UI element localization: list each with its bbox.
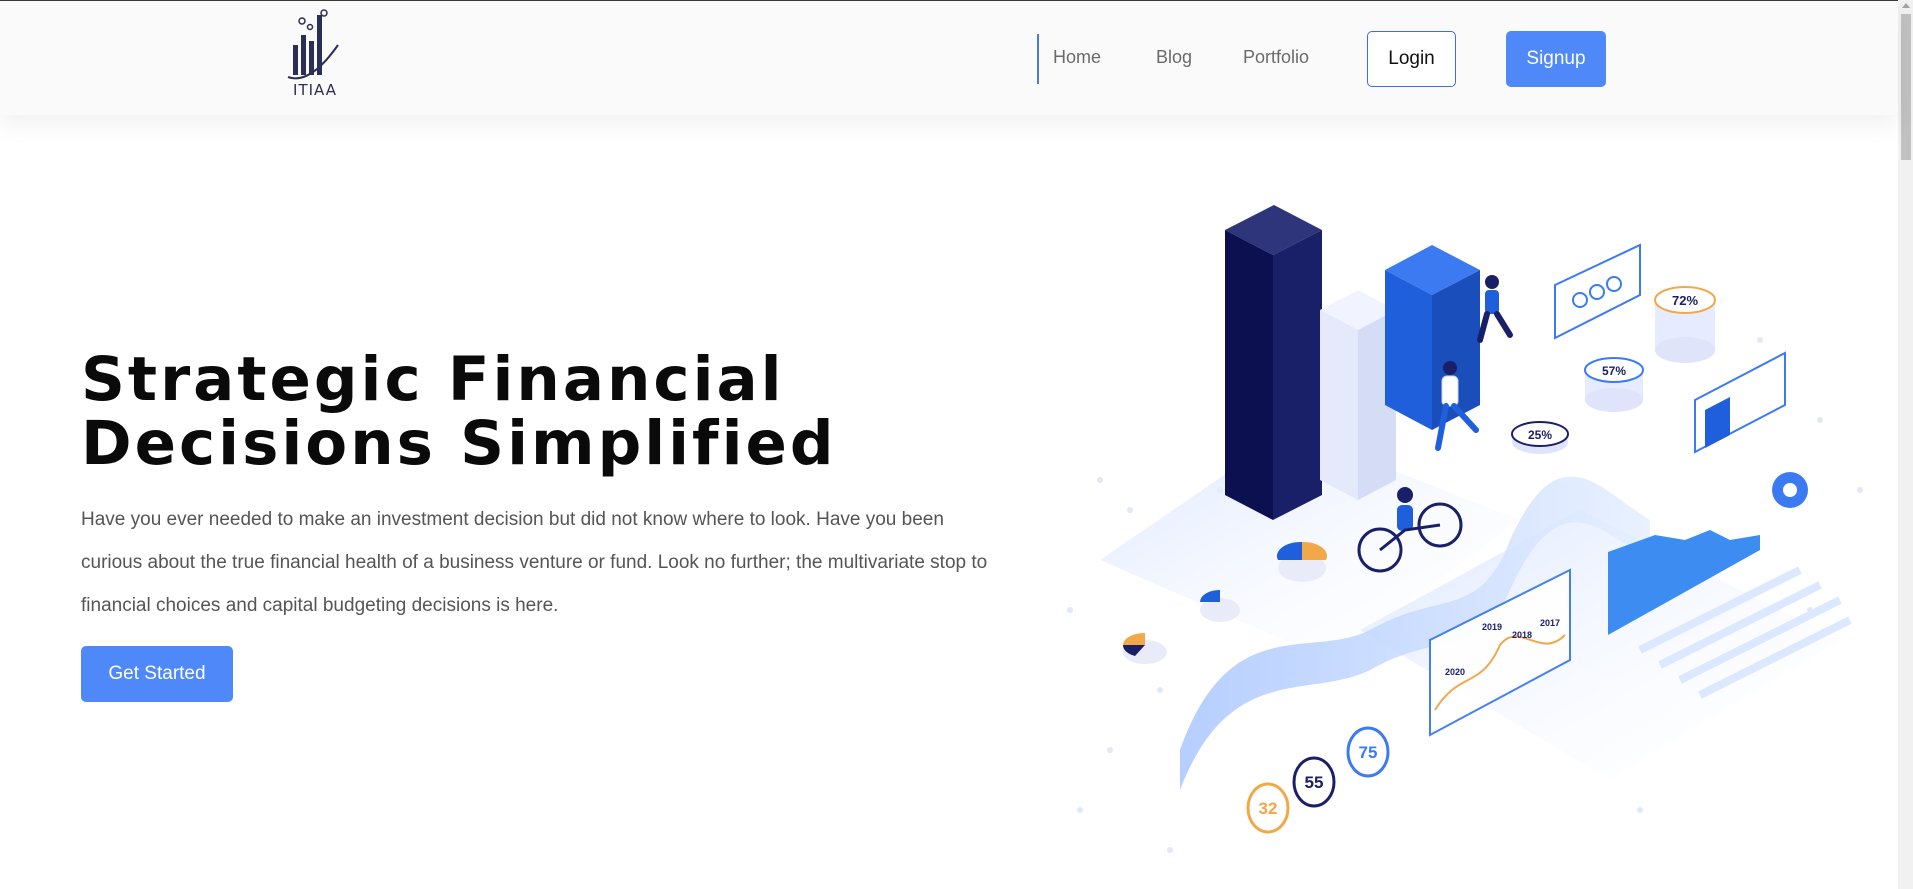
gauge-32: 32	[1246, 782, 1290, 834]
gauge-55-label: 55	[1305, 773, 1324, 792]
hero-title-line-2: Decisions Simplified	[81, 408, 837, 479]
dashboard-panel-top	[1554, 243, 1641, 340]
isometric-finance-illustration: 72% 57% 25% 2020 2019 2018 2017 32 55 75	[1067, 205, 1863, 853]
navy-bar	[1225, 205, 1322, 520]
badge-57-label: 57%	[1602, 364, 1626, 378]
get-started-button[interactable]: Get Started	[81, 646, 233, 702]
year-label-2020: 2020	[1445, 667, 1465, 677]
gauge-55: 55	[1292, 756, 1336, 808]
light-bar	[1320, 290, 1396, 500]
nav-link-portfolio[interactable]: Portfolio	[1243, 47, 1309, 68]
hero-title: Strategic Financial Decisions Simplified	[81, 348, 981, 476]
badge-25-label: 25%	[1528, 428, 1552, 442]
pie-chart-icon-3	[1122, 633, 1167, 664]
person-pushing-icon	[1477, 275, 1513, 343]
gauge-75: 75	[1346, 726, 1390, 778]
year-label-2018: 2018	[1512, 630, 1532, 640]
year-label-2019: 2019	[1482, 622, 1502, 632]
badge-57: 57%	[1584, 357, 1644, 412]
blue-bar	[1385, 245, 1480, 430]
badge-72-label: 72%	[1672, 293, 1698, 308]
site-logo[interactable]: ITIAA	[280, 5, 350, 105]
gauge-32-label: 32	[1259, 799, 1278, 818]
nav-link-home[interactable]: Home	[1053, 47, 1101, 68]
gauge-75-label: 75	[1359, 743, 1378, 762]
logo-text: ITIAA	[293, 81, 337, 99]
navbar: ITIAA Home Blog Portfolio Login Signup	[0, 1, 1898, 115]
nav-divider	[1037, 34, 1039, 84]
dashboard-panel-right	[1694, 351, 1786, 454]
nav-link-blog[interactable]: Blog	[1156, 47, 1192, 68]
logo-bars-icon	[287, 9, 339, 80]
badge-25: 25%	[1511, 421, 1569, 454]
signup-button[interactable]: Signup	[1506, 31, 1606, 87]
scrollbar-thumb[interactable]	[1901, 14, 1911, 160]
pie-chart-icon-1	[1276, 541, 1328, 582]
hero-description: Have you ever needed to make an investme…	[81, 509, 988, 616]
gear-icon	[1772, 472, 1808, 508]
hero-title-line-1: Strategic Financial	[81, 344, 785, 415]
login-button[interactable]: Login	[1367, 31, 1456, 87]
badge-72: 72%	[1654, 286, 1716, 363]
year-label-2017: 2017	[1540, 618, 1560, 628]
scroll-up-arrow-icon[interactable]	[1902, 3, 1910, 8]
